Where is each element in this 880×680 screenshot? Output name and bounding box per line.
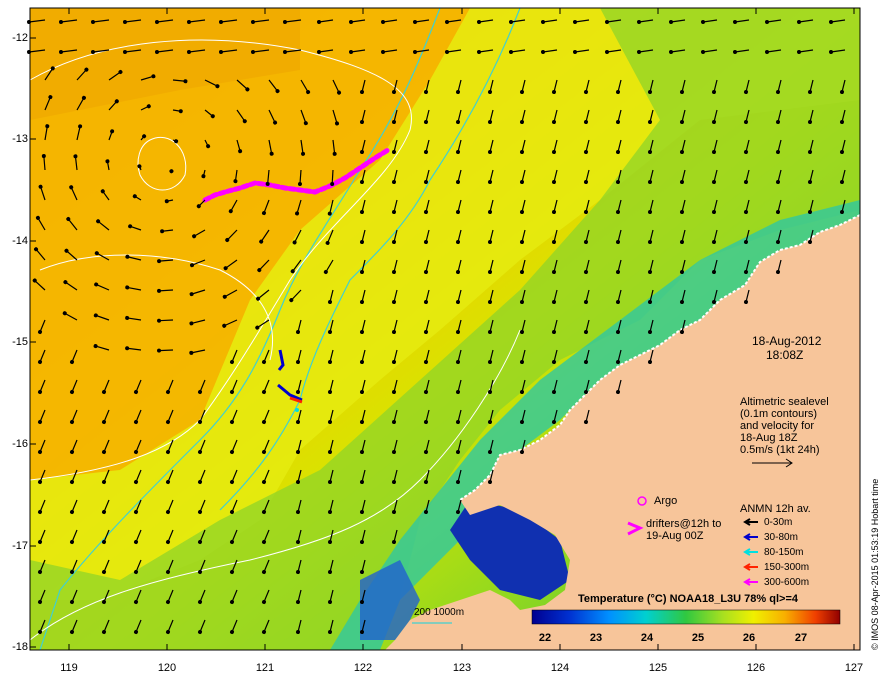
time-label: 18:08Z — [766, 348, 804, 362]
colorbar-tick: 23 — [589, 632, 603, 644]
lat-label: -14 — [12, 235, 28, 247]
lon-label: 125 — [648, 662, 668, 674]
anmn-depth: 80-150m — [764, 547, 804, 558]
colorbar-title: Temperature (°C) NOAA18_L3U 78% ql>=4 — [578, 593, 798, 605]
date-label: 18-Aug-2012 — [752, 334, 822, 348]
lat-label: -15 — [12, 336, 28, 348]
lat-label: -12 — [12, 32, 28, 44]
colorbar-tick: 24 — [640, 632, 654, 644]
isobath-label: 200 1000m — [414, 607, 465, 618]
sst-map — [27, 7, 861, 651]
lat-label: -17 — [12, 540, 28, 552]
lat-label: -13 — [12, 133, 28, 145]
colorbar-tick: 22 — [538, 632, 552, 644]
lon-label: 122 — [353, 662, 373, 674]
anmn-depth: 30-80m — [764, 532, 798, 543]
lon-label: 124 — [550, 662, 570, 674]
colorbar-tick: 25 — [691, 632, 705, 644]
lat-label: -16 — [12, 438, 28, 450]
credit-text: © IMOS 08-Apr-2015 01:53:19 Hobart time — [870, 478, 880, 650]
anmn-depth: 300-600m — [764, 577, 810, 588]
lat-label: -18 — [12, 641, 28, 653]
altimetry-line: 0.5m/s (1kt 24h) — [740, 444, 820, 456]
drifter-legend: drifters@12h to 19-Aug 00Z — [646, 518, 721, 542]
lon-label: 120 — [157, 662, 177, 674]
lon-label: 121 — [255, 662, 275, 674]
lon-label: 119 — [60, 662, 78, 674]
anmn-depth: 150-300m — [764, 562, 810, 573]
anmn-marker-cyan — [295, 408, 299, 412]
altimetry-line: (0.1m contours) — [740, 408, 818, 420]
velocity-arrow — [330, 169, 335, 186]
velocity-arrow — [157, 318, 174, 323]
altimetry-line: Altimetric sealevel — [740, 396, 829, 408]
colorbar-tick: 27 — [794, 632, 808, 644]
drifter-line: drifters@12h to — [646, 518, 722, 530]
anmn-depth: 0-30m — [764, 517, 793, 528]
altimetry-line: 18-Aug 18Z — [740, 432, 798, 444]
lon-label: 127 — [844, 662, 864, 674]
drifter-line: 19-Aug 00Z — [646, 530, 704, 542]
colorbar — [531, 609, 841, 625]
anmn-title: ANMN 12h av. — [740, 503, 811, 515]
argo-label: Argo — [654, 495, 678, 507]
colorbar-tick: 26 — [742, 632, 756, 644]
altimetry-legend: Altimetric sealevel (0.1m contours) and … — [740, 396, 829, 456]
altimetry-line: and velocity for — [740, 420, 814, 432]
velocity-arrow — [157, 348, 174, 353]
lon-label: 126 — [746, 662, 766, 674]
lon-label: 123 — [452, 662, 472, 674]
